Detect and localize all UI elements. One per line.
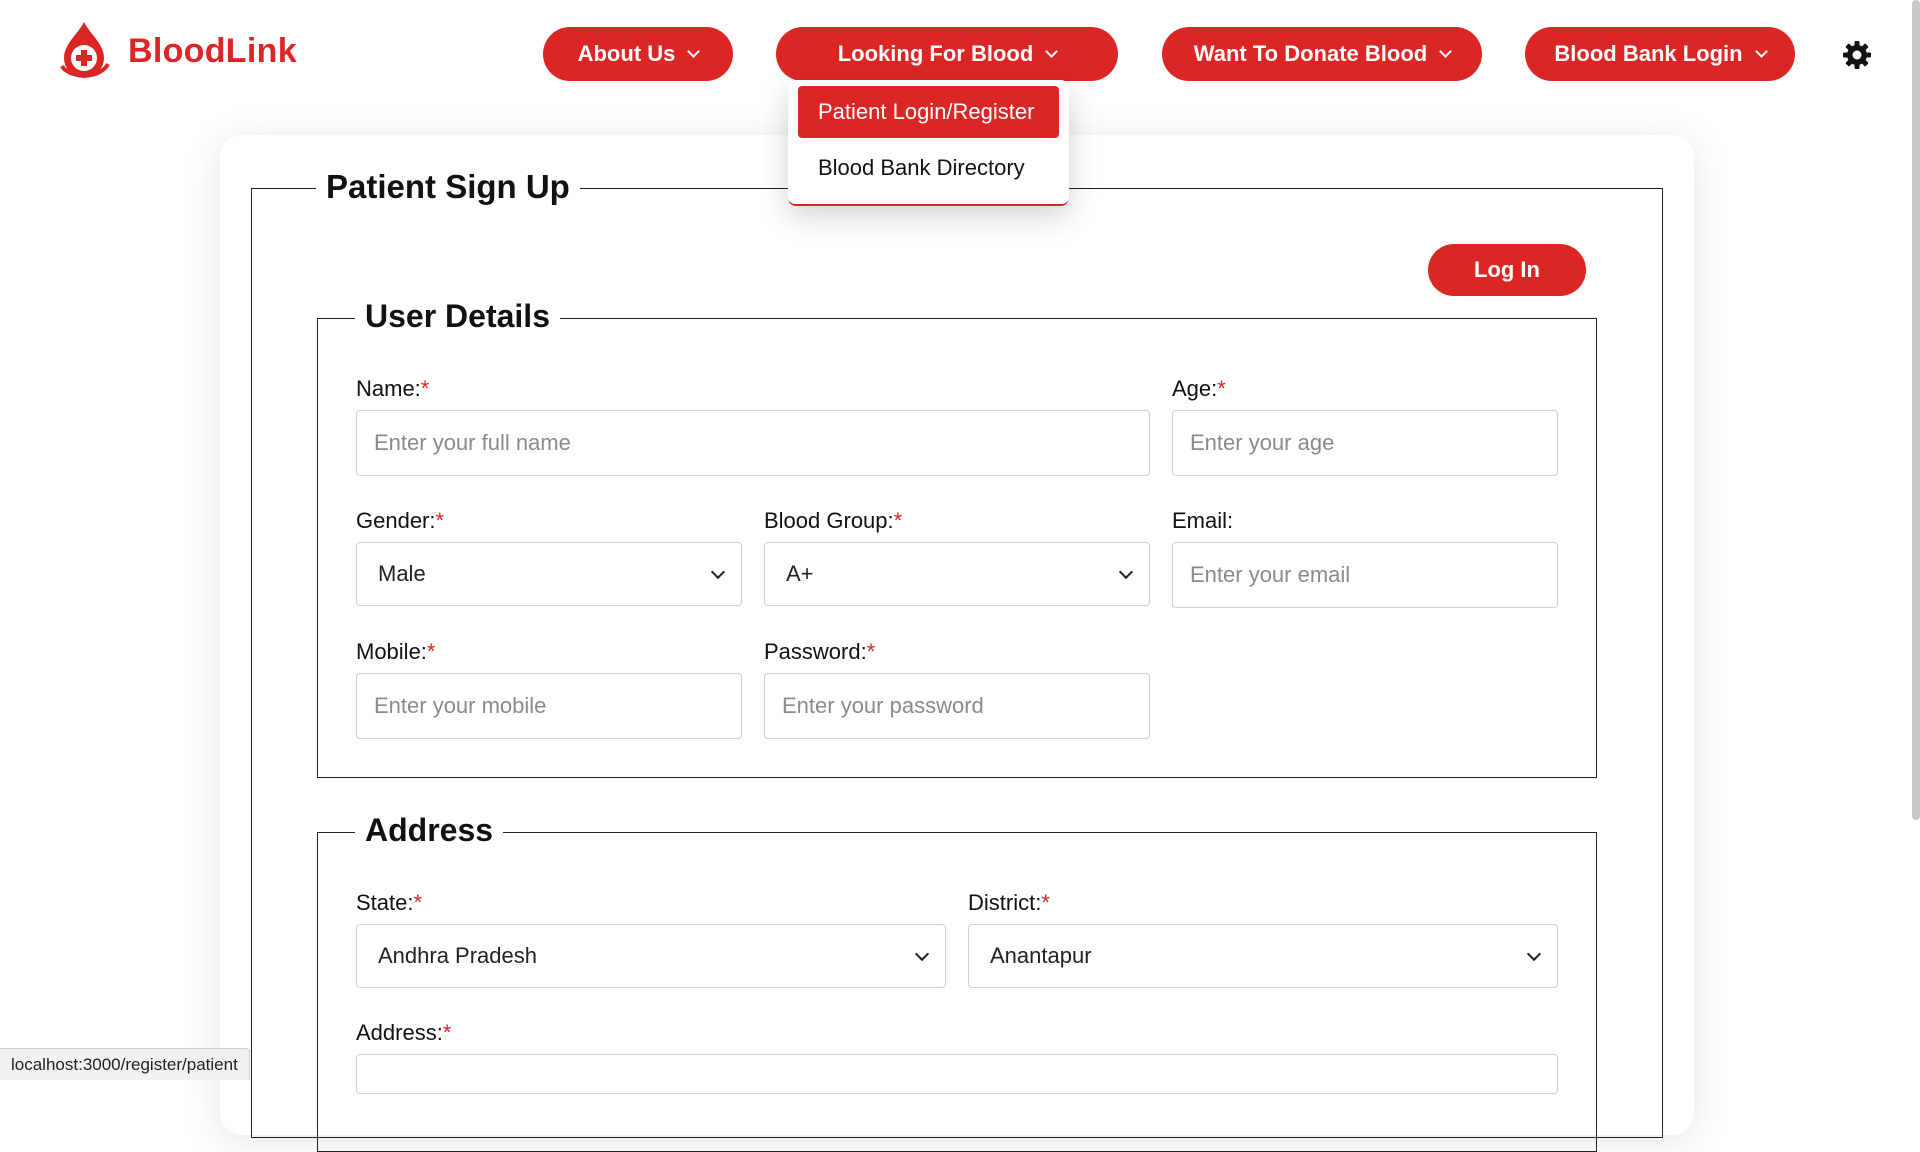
blood-drop-cross-icon — [60, 22, 110, 78]
address-fieldset — [317, 832, 1597, 1152]
name-placeholder: Enter your full name — [374, 430, 571, 455]
gender-label: Gender:* — [356, 508, 445, 533]
blood-group-value: A+ — [786, 561, 814, 586]
name-input[interactable]: Enter your full name — [356, 410, 1150, 476]
address-input[interactable] — [356, 1054, 1558, 1094]
mobile-input[interactable]: Enter your mobile — [356, 673, 742, 739]
age-placeholder: Enter your age — [1190, 430, 1335, 455]
district-select[interactable]: Anantapur — [968, 924, 1558, 988]
password-placeholder: Enter your password — [782, 693, 984, 718]
chevron-down-icon — [1754, 45, 1768, 58]
dropdown-item-blood-bank-directory[interactable]: Blood Bank Directory — [818, 142, 1025, 194]
looking-for-blood-dropdown: Patient Login/Register Blood Bank Direct… — [788, 80, 1069, 206]
nav-looking-for-blood-button[interactable]: Looking For Blood — [776, 27, 1118, 81]
district-label: District:* — [968, 890, 1050, 915]
gender-value: Male — [378, 561, 426, 586]
nav-donate-blood-label: Want To Donate Blood — [1193, 41, 1428, 66]
age-label: Age:* — [1172, 376, 1226, 401]
chevron-down-icon — [1045, 45, 1059, 58]
state-value: Andhra Pradesh — [378, 943, 537, 968]
email-label: Email: — [1172, 508, 1234, 533]
password-input[interactable]: Enter your password — [764, 673, 1150, 739]
chevron-down-icon — [687, 45, 701, 58]
status-bar-url: localhost:3000/register/patient — [0, 1048, 250, 1080]
chevron-down-icon — [1526, 946, 1542, 962]
brand[interactable]: BloodLink — [56, 20, 297, 82]
gear-icon[interactable] — [1842, 40, 1872, 70]
chevron-down-icon — [1118, 564, 1134, 580]
email-placeholder: Enter your email — [1190, 562, 1351, 587]
blood-group-select[interactable]: A+ — [764, 542, 1150, 606]
nav-about-us-label: About Us — [577, 41, 676, 66]
nav-blood-bank-login-label: Blood Bank Login — [1554, 41, 1743, 66]
name-label: Name:* — [356, 376, 430, 401]
gender-select[interactable]: Male — [356, 542, 742, 606]
nav-donate-blood-button[interactable]: Want To Donate Blood — [1162, 27, 1482, 81]
dropdown-item-patient-login-register[interactable]: Patient Login/Register — [798, 86, 1059, 138]
blood-group-label: Blood Group:* — [764, 508, 903, 533]
password-label: Password:* — [764, 639, 876, 664]
brand-name: BloodLink — [128, 31, 297, 70]
address-label: Address:* — [356, 1020, 452, 1045]
user-details-legend: User Details — [355, 298, 560, 335]
mobile-placeholder: Enter your mobile — [374, 693, 547, 718]
nav-looking-for-blood-label: Looking For Blood — [837, 41, 1034, 66]
nav-blood-bank-login-button[interactable]: Blood Bank Login — [1525, 27, 1795, 81]
log-in-button[interactable]: Log In — [1428, 244, 1586, 296]
mobile-label: Mobile:* — [356, 639, 436, 664]
state-select[interactable]: Andhra Pradesh — [356, 924, 946, 988]
address-legend: Address — [355, 812, 504, 849]
state-label: State:* — [356, 890, 423, 915]
chevron-down-icon — [710, 564, 726, 580]
email-input[interactable]: Enter your email — [1172, 542, 1558, 608]
page-scrollbar[interactable] — [1912, 0, 1920, 820]
nav-about-us-button[interactable]: About Us — [543, 27, 733, 81]
age-input[interactable]: Enter your age — [1172, 410, 1558, 476]
district-value: Anantapur — [990, 943, 1092, 968]
chevron-down-icon — [914, 946, 930, 962]
chevron-down-icon — [1439, 45, 1453, 58]
page-title: Patient Sign Up — [316, 168, 580, 206]
